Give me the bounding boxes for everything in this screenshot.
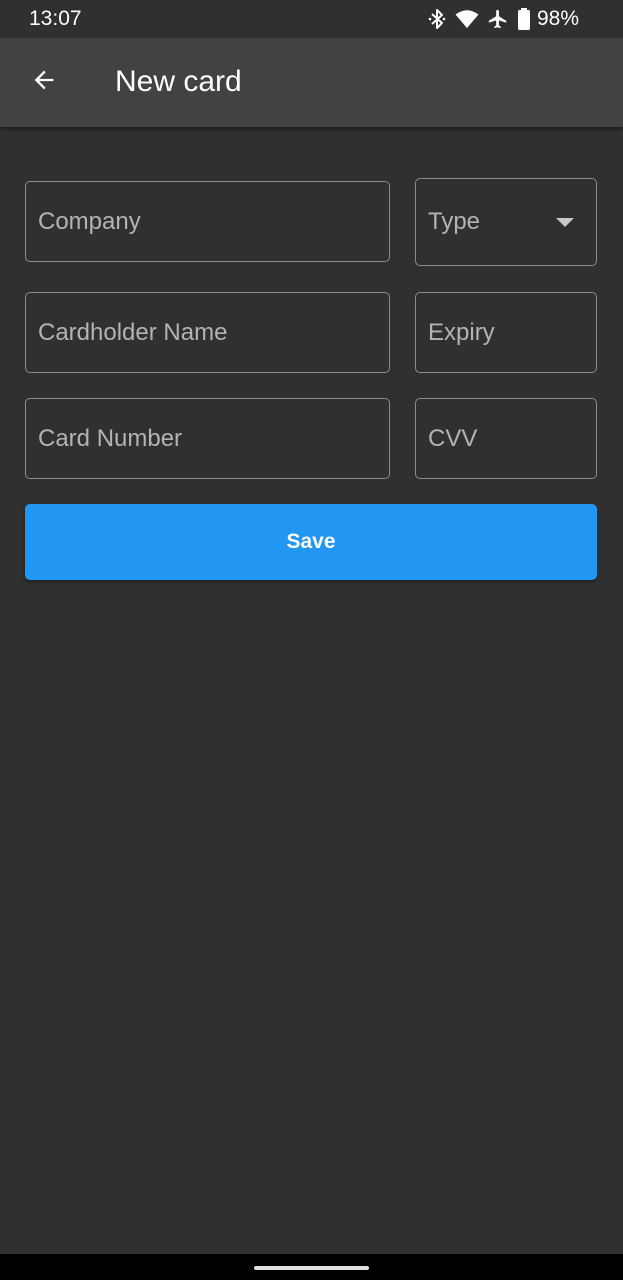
navigation-bar xyxy=(0,1254,623,1280)
airplane-icon xyxy=(487,8,509,30)
company-field[interactable] xyxy=(25,181,390,262)
page-title: New card xyxy=(115,65,242,98)
company-input[interactable] xyxy=(26,182,389,261)
cvv-field[interactable] xyxy=(415,398,597,479)
app-bar: New card xyxy=(0,38,623,127)
screen: 13:07 98% New card Company Type Cardhold… xyxy=(0,0,623,1280)
status-time: 13:07 xyxy=(29,7,82,30)
status-icons: 98% xyxy=(427,6,579,32)
cvv-input[interactable] xyxy=(416,399,596,478)
dropdown-arrow-icon xyxy=(556,218,574,227)
expiry-field[interactable] xyxy=(415,292,597,373)
home-indicator[interactable] xyxy=(254,1266,369,1270)
card-number-field[interactable] xyxy=(25,398,390,479)
battery-icon xyxy=(517,8,531,30)
back-button[interactable] xyxy=(20,58,68,106)
type-select[interactable]: Type xyxy=(415,178,597,266)
battery-percent: 98% xyxy=(536,7,579,30)
type-select-label: Type xyxy=(428,208,481,235)
arrow-left-icon xyxy=(30,66,58,99)
bluetooth-icon xyxy=(427,8,447,30)
save-button[interactable]: Save xyxy=(25,504,597,580)
expiry-input[interactable] xyxy=(416,293,596,372)
wifi-icon xyxy=(455,9,479,29)
cardholder-name-field[interactable] xyxy=(25,292,390,373)
status-bar: 13:07 98% xyxy=(0,0,623,38)
cardholder-name-input[interactable] xyxy=(26,293,389,372)
card-number-input[interactable] xyxy=(26,399,389,478)
